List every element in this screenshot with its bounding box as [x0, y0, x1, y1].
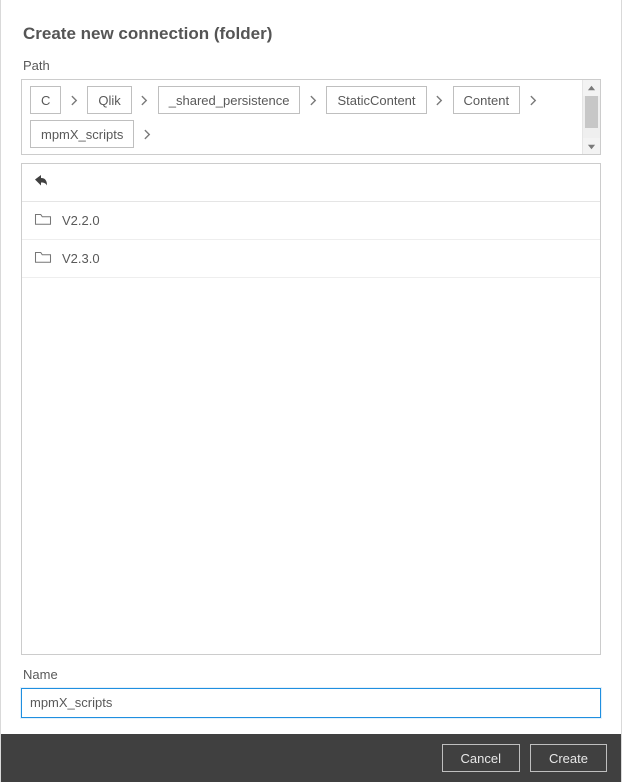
list-item[interactable]: V2.2.0: [22, 202, 600, 240]
create-connection-dialog: Create new connection (folder) Path C Ql…: [0, 0, 622, 782]
list-item[interactable]: V2.3.0: [22, 240, 600, 278]
folder-browser: V2.2.0 V2.3.0: [21, 163, 601, 655]
folder-label: V2.3.0: [62, 251, 100, 266]
folder-list: V2.2.0 V2.3.0: [22, 202, 600, 654]
folder-toolbar: [22, 164, 600, 202]
breadcrumb-staticcontent[interactable]: StaticContent: [326, 86, 426, 114]
name-section: Name: [21, 667, 601, 718]
breadcrumb-content[interactable]: Content: [453, 86, 521, 114]
breadcrumb-c[interactable]: C: [30, 86, 61, 114]
breadcrumb-qlik[interactable]: Qlik: [87, 86, 131, 114]
breadcrumb-mpmx-scripts[interactable]: mpmX_scripts: [30, 120, 134, 148]
folder-icon: [34, 250, 52, 267]
back-button[interactable]: [32, 172, 50, 190]
connection-name-input[interactable]: [21, 688, 601, 718]
folder-icon: [34, 212, 52, 229]
scroll-up-icon[interactable]: [583, 80, 600, 96]
chevron-right-icon: [526, 95, 540, 106]
path-breadcrumb-area: C Qlik _shared_persistence StaticContent…: [21, 79, 601, 155]
dialog-content: Create new connection (folder) Path C Ql…: [1, 0, 621, 734]
path-scroll: [582, 80, 600, 154]
chevron-right-icon: [140, 129, 154, 140]
chevron-right-icon: [138, 95, 152, 106]
folder-label: V2.2.0: [62, 213, 100, 228]
path-label: Path: [23, 58, 601, 73]
chevron-right-icon: [67, 95, 81, 106]
chevron-right-icon: [306, 95, 320, 106]
dialog-title: Create new connection (folder): [23, 24, 599, 44]
scroll-down-icon[interactable]: [583, 138, 600, 154]
breadcrumb-shared-persistence[interactable]: _shared_persistence: [158, 86, 301, 114]
chevron-right-icon: [433, 95, 447, 106]
scroll-thumb[interactable]: [585, 96, 598, 128]
dialog-footer: Cancel Create: [1, 734, 621, 782]
create-button[interactable]: Create: [530, 744, 607, 772]
name-label: Name: [23, 667, 601, 682]
cancel-button[interactable]: Cancel: [442, 744, 520, 772]
scroll-track[interactable]: [583, 96, 600, 138]
